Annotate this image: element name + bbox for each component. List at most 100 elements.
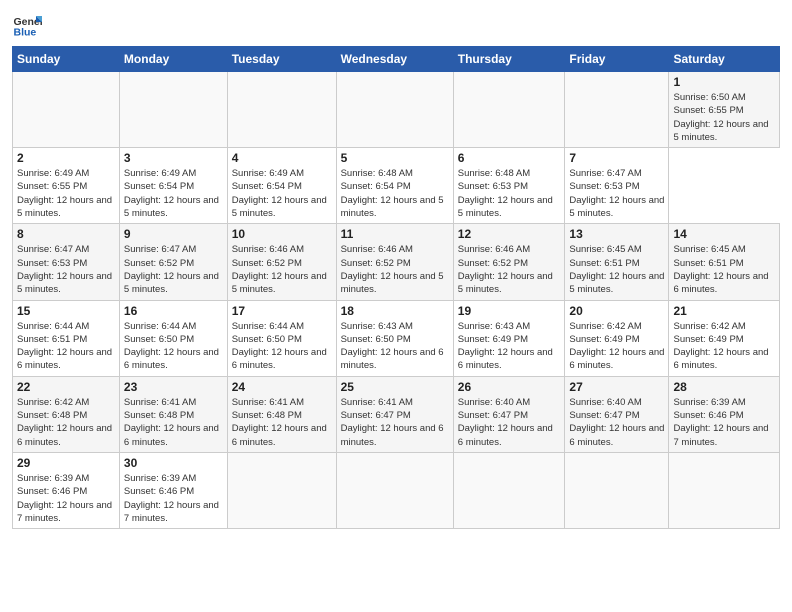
day-cell: 6 Sunrise: 6:48 AMSunset: 6:53 PMDayligh… [453, 148, 565, 224]
day-cell: 29 Sunrise: 6:39 AMSunset: 6:46 PMDaylig… [13, 452, 120, 528]
day-detail: Sunrise: 6:41 AMSunset: 6:48 PMDaylight:… [124, 396, 223, 449]
week-row: 2 Sunrise: 6:49 AMSunset: 6:55 PMDayligh… [13, 148, 780, 224]
day-cell: 25 Sunrise: 6:41 AMSunset: 6:47 PMDaylig… [336, 376, 453, 452]
calendar-container: General Blue SundayMondayTuesdayWednesda… [0, 0, 792, 539]
week-row: 22 Sunrise: 6:42 AMSunset: 6:48 PMDaylig… [13, 376, 780, 452]
empty-cell [565, 72, 669, 148]
day-detail: Sunrise: 6:42 AMSunset: 6:48 PMDaylight:… [17, 396, 115, 449]
day-detail: Sunrise: 6:45 AMSunset: 6:51 PMDaylight:… [673, 243, 775, 296]
day-number: 14 [673, 227, 775, 241]
day-number: 7 [569, 151, 664, 165]
week-row: 8 Sunrise: 6:47 AMSunset: 6:53 PMDayligh… [13, 224, 780, 300]
day-cell: 30 Sunrise: 6:39 AMSunset: 6:46 PMDaylig… [119, 452, 227, 528]
day-detail: Sunrise: 6:45 AMSunset: 6:51 PMDaylight:… [569, 243, 664, 296]
calendar-header: General Blue [12, 10, 780, 40]
day-cell: 14 Sunrise: 6:45 AMSunset: 6:51 PMDaylig… [669, 224, 780, 300]
day-detail: Sunrise: 6:42 AMSunset: 6:49 PMDaylight:… [569, 320, 664, 373]
day-cell: 3 Sunrise: 6:49 AMSunset: 6:54 PMDayligh… [119, 148, 227, 224]
day-number: 18 [341, 304, 449, 318]
day-detail: Sunrise: 6:40 AMSunset: 6:47 PMDaylight:… [569, 396, 664, 449]
day-detail: Sunrise: 6:42 AMSunset: 6:49 PMDaylight:… [673, 320, 775, 373]
day-detail: Sunrise: 6:43 AMSunset: 6:50 PMDaylight:… [341, 320, 449, 373]
day-cell: 9 Sunrise: 6:47 AMSunset: 6:52 PMDayligh… [119, 224, 227, 300]
day-cell: 10 Sunrise: 6:46 AMSunset: 6:52 PMDaylig… [227, 224, 336, 300]
week-row: 15 Sunrise: 6:44 AMSunset: 6:51 PMDaylig… [13, 300, 780, 376]
header-cell-monday: Monday [119, 47, 227, 72]
day-number: 25 [341, 380, 449, 394]
day-cell: 19 Sunrise: 6:43 AMSunset: 6:49 PMDaylig… [453, 300, 565, 376]
day-cell: 11 Sunrise: 6:46 AMSunset: 6:52 PMDaylig… [336, 224, 453, 300]
day-detail: Sunrise: 6:49 AMSunset: 6:54 PMDaylight:… [124, 167, 223, 220]
day-detail: Sunrise: 6:49 AMSunset: 6:55 PMDaylight:… [17, 167, 115, 220]
day-detail: Sunrise: 6:39 AMSunset: 6:46 PMDaylight:… [673, 396, 775, 449]
day-detail: Sunrise: 6:47 AMSunset: 6:52 PMDaylight:… [124, 243, 223, 296]
day-number: 30 [124, 456, 223, 470]
day-number: 8 [17, 227, 115, 241]
day-cell: 27 Sunrise: 6:40 AMSunset: 6:47 PMDaylig… [565, 376, 669, 452]
day-cell: 1 Sunrise: 6:50 AMSunset: 6:55 PMDayligh… [669, 72, 780, 148]
day-cell: 8 Sunrise: 6:47 AMSunset: 6:53 PMDayligh… [13, 224, 120, 300]
week-row: 1 Sunrise: 6:50 AMSunset: 6:55 PMDayligh… [13, 72, 780, 148]
day-number: 9 [124, 227, 223, 241]
day-cell: 5 Sunrise: 6:48 AMSunset: 6:54 PMDayligh… [336, 148, 453, 224]
day-detail: Sunrise: 6:46 AMSunset: 6:52 PMDaylight:… [232, 243, 332, 296]
day-number: 2 [17, 151, 115, 165]
day-cell: 2 Sunrise: 6:49 AMSunset: 6:55 PMDayligh… [13, 148, 120, 224]
header-cell-tuesday: Tuesday [227, 47, 336, 72]
day-detail: Sunrise: 6:39 AMSunset: 6:46 PMDaylight:… [124, 472, 223, 525]
day-detail: Sunrise: 6:48 AMSunset: 6:53 PMDaylight:… [458, 167, 561, 220]
logo: General Blue [12, 10, 46, 40]
day-cell: 13 Sunrise: 6:45 AMSunset: 6:51 PMDaylig… [565, 224, 669, 300]
day-number: 16 [124, 304, 223, 318]
day-detail: Sunrise: 6:48 AMSunset: 6:54 PMDaylight:… [341, 167, 449, 220]
day-number: 23 [124, 380, 223, 394]
day-number: 10 [232, 227, 332, 241]
day-detail: Sunrise: 6:40 AMSunset: 6:47 PMDaylight:… [458, 396, 561, 449]
empty-cell [227, 452, 336, 528]
day-detail: Sunrise: 6:44 AMSunset: 6:51 PMDaylight:… [17, 320, 115, 373]
day-number: 21 [673, 304, 775, 318]
day-cell: 23 Sunrise: 6:41 AMSunset: 6:48 PMDaylig… [119, 376, 227, 452]
day-detail: Sunrise: 6:44 AMSunset: 6:50 PMDaylight:… [124, 320, 223, 373]
day-number: 13 [569, 227, 664, 241]
day-number: 5 [341, 151, 449, 165]
header-cell-wednesday: Wednesday [336, 47, 453, 72]
day-number: 24 [232, 380, 332, 394]
day-cell: 28 Sunrise: 6:39 AMSunset: 6:46 PMDaylig… [669, 376, 780, 452]
header-cell-saturday: Saturday [669, 47, 780, 72]
header-cell-sunday: Sunday [13, 47, 120, 72]
day-number: 20 [569, 304, 664, 318]
empty-cell [669, 452, 780, 528]
day-cell: 12 Sunrise: 6:46 AMSunset: 6:52 PMDaylig… [453, 224, 565, 300]
day-number: 27 [569, 380, 664, 394]
day-detail: Sunrise: 6:46 AMSunset: 6:52 PMDaylight:… [458, 243, 561, 296]
logo-icon: General Blue [12, 10, 42, 40]
day-detail: Sunrise: 6:41 AMSunset: 6:47 PMDaylight:… [341, 396, 449, 449]
svg-text:Blue: Blue [14, 27, 37, 39]
day-number: 6 [458, 151, 561, 165]
empty-cell [565, 452, 669, 528]
day-detail: Sunrise: 6:41 AMSunset: 6:48 PMDaylight:… [232, 396, 332, 449]
day-number: 4 [232, 151, 332, 165]
empty-cell [227, 72, 336, 148]
day-cell: 16 Sunrise: 6:44 AMSunset: 6:50 PMDaylig… [119, 300, 227, 376]
day-number: 11 [341, 227, 449, 241]
day-number: 1 [673, 75, 775, 89]
day-number: 22 [17, 380, 115, 394]
header-cell-thursday: Thursday [453, 47, 565, 72]
day-cell: 7 Sunrise: 6:47 AMSunset: 6:53 PMDayligh… [565, 148, 669, 224]
day-number: 29 [17, 456, 115, 470]
day-cell: 20 Sunrise: 6:42 AMSunset: 6:49 PMDaylig… [565, 300, 669, 376]
day-number: 15 [17, 304, 115, 318]
empty-cell [453, 452, 565, 528]
day-detail: Sunrise: 6:47 AMSunset: 6:53 PMDaylight:… [569, 167, 664, 220]
day-cell: 26 Sunrise: 6:40 AMSunset: 6:47 PMDaylig… [453, 376, 565, 452]
day-detail: Sunrise: 6:47 AMSunset: 6:53 PMDaylight:… [17, 243, 115, 296]
day-detail: Sunrise: 6:46 AMSunset: 6:52 PMDaylight:… [341, 243, 449, 296]
day-number: 19 [458, 304, 561, 318]
day-cell: 17 Sunrise: 6:44 AMSunset: 6:50 PMDaylig… [227, 300, 336, 376]
empty-cell [453, 72, 565, 148]
day-cell: 24 Sunrise: 6:41 AMSunset: 6:48 PMDaylig… [227, 376, 336, 452]
day-detail: Sunrise: 6:44 AMSunset: 6:50 PMDaylight:… [232, 320, 332, 373]
calendar-table: SundayMondayTuesdayWednesdayThursdayFrid… [12, 46, 780, 529]
